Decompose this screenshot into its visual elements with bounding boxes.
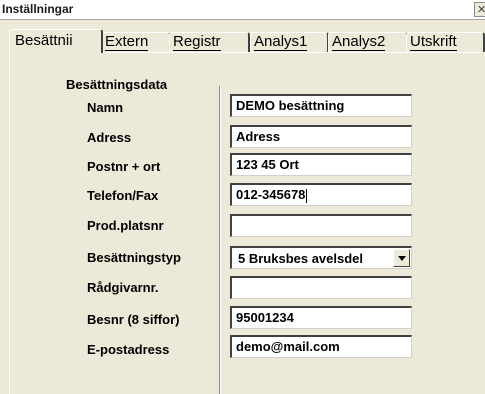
besnr-field[interactable]: 95001234 [230, 306, 412, 329]
prodplats-field[interactable] [230, 214, 412, 237]
title-bar: Inställningar [0, 0, 485, 20]
epost-label: E-postadress [87, 342, 170, 357]
window-title: Inställningar [2, 2, 74, 16]
adress-field[interactable]: Adress [230, 125, 412, 148]
chevron-down-icon[interactable] [393, 249, 410, 267]
tab-registr[interactable]: Registr [169, 32, 250, 52]
column-divider [219, 86, 221, 394]
group-label: Besättningsdata [66, 77, 168, 92]
postnr-label: Postnr + ort [87, 159, 161, 174]
text-caret [306, 188, 308, 203]
tab-analys1[interactable]: Analys1 [250, 32, 329, 52]
epost-field[interactable]: demo@mail.com [230, 335, 412, 358]
tab-besattning[interactable]: Besättnii [9, 29, 103, 53]
telefon-label: Telefon/Fax [87, 188, 159, 203]
radgivar-label: Rådgivarnr. [87, 280, 159, 295]
besnr-label: Besnr (8 siffor) [87, 312, 180, 327]
adress-label: Adress [87, 130, 132, 145]
close-icon[interactable] [474, 2, 485, 17]
prodplats-label: Prod.platsnr [87, 218, 164, 233]
typ-label: Besättningstyp [87, 250, 181, 265]
tab-utskrift[interactable]: Utskrift [406, 32, 485, 52]
tab-analys2[interactable]: Analys2 [328, 32, 408, 52]
namn-field[interactable]: DEMO besättning [230, 94, 412, 117]
tab-extern[interactable]: Extern [101, 32, 171, 52]
settings-window: Inställningar Besättnii Extern Registr A… [0, 0, 485, 394]
radgivar-field[interactable] [230, 276, 412, 299]
besattningstyp-select[interactable]: 5 Bruksbes avelsdel [230, 246, 412, 269]
besattningstyp-value: 5 Bruksbes avelsdel [238, 251, 364, 266]
postnr-field[interactable]: 123 45 Ort [230, 153, 412, 176]
namn-label: Namn [87, 100, 124, 115]
telefon-field[interactable]: 012-345678 [230, 183, 412, 206]
